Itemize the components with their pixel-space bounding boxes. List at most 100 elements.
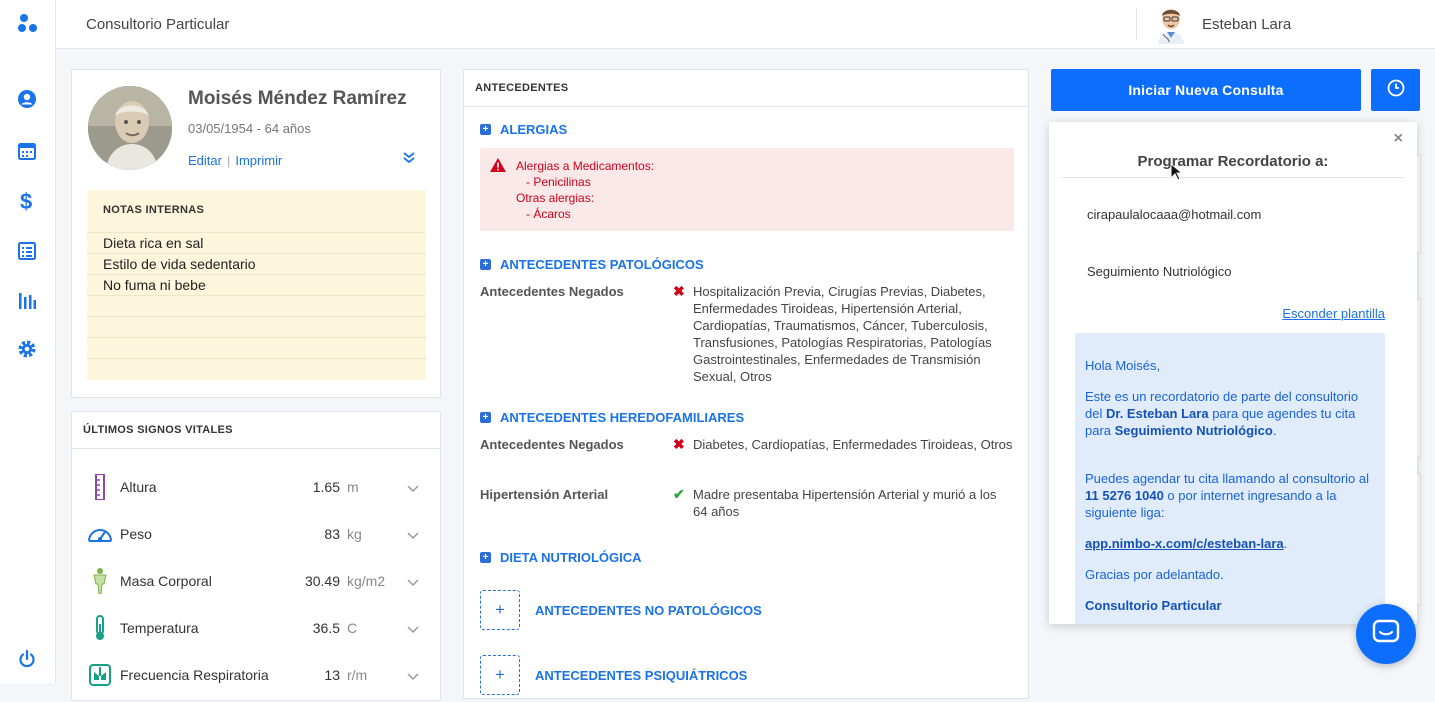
expand-plus-icon[interactable]: + xyxy=(480,259,491,270)
clinic-link[interactable]: app.nimbo-x.com/c/esteban-lara xyxy=(1085,536,1284,551)
print-link[interactable]: Imprimir xyxy=(235,153,282,168)
antecedentes-title: ANTECEDENTES xyxy=(475,82,569,94)
vital-unit: r/m xyxy=(347,667,368,683)
hide-template-link[interactable]: Esconder plantilla xyxy=(1282,306,1385,321)
allergy-line: - Ácaros xyxy=(526,207,571,221)
check-icon: ✔ xyxy=(673,486,685,502)
expand-plus-icon[interactable]: + xyxy=(480,412,491,423)
body-icon xyxy=(87,568,113,595)
note-line[interactable]: No fuma ni bebe xyxy=(87,274,426,295)
chevron-down-icon[interactable] xyxy=(406,669,420,681)
vital-unit: C xyxy=(347,620,358,636)
ruler-icon xyxy=(87,473,113,501)
section-dieta[interactable]: + DIETA NUTRIOLÓGICA xyxy=(480,550,642,565)
vital-row-respiratory[interactable]: Frecuencia Respiratoria 13 r/m xyxy=(72,662,440,702)
row-label: Antecedentes Negados xyxy=(480,437,624,452)
patient-name: Moisés Méndez Ramírez xyxy=(188,88,407,109)
vital-label: Masa Corporal xyxy=(120,573,212,589)
warning-icon xyxy=(489,157,507,173)
list-icon[interactable] xyxy=(16,240,38,262)
antecedentes-card: ANTECEDENTES + ALERGIAS Alergias a Medica… xyxy=(463,69,1029,699)
vital-row-height[interactable]: Altura 1.65 m xyxy=(72,473,440,514)
notes-title: NOTAS INTERNAS xyxy=(103,204,205,216)
note-line[interactable]: Dieta rica en sal xyxy=(87,232,426,253)
patient-icon[interactable] xyxy=(16,88,38,110)
vital-row-temperature[interactable]: Temperatura 36.5 C xyxy=(72,615,440,655)
dollar-icon[interactable]: $ xyxy=(16,189,38,213)
lungs-icon xyxy=(87,662,113,688)
expand-chevron-icon[interactable] xyxy=(401,150,417,166)
no-patologicos-label[interactable]: ANTECEDENTES NO PATOLÓGICOS xyxy=(535,603,762,618)
vital-row-weight[interactable]: Peso 83 kg xyxy=(72,521,440,561)
cross-icon: ✖ xyxy=(673,436,685,452)
chevron-down-icon[interactable] xyxy=(406,622,420,634)
vital-unit: kg/m2 xyxy=(347,573,386,589)
vital-row-bmi[interactable]: Masa Corporal 30.49 kg/m2 xyxy=(72,568,440,608)
settings-icon[interactable] xyxy=(16,338,38,360)
psiquiatricos-label[interactable]: ANTECEDENTES PSIQUIÁTRICOS xyxy=(535,668,747,683)
divider xyxy=(1061,177,1404,178)
user-avatar[interactable] xyxy=(1154,4,1188,44)
note-line[interactable] xyxy=(87,295,426,316)
divider xyxy=(72,448,440,449)
row-text: Diabetes, Cardiopatías, Enfermedades Tir… xyxy=(693,437,1013,452)
reminder-popup: × Programar Recordatorio a: cirapaulaloc… xyxy=(1049,122,1417,624)
allergy-line: Alergias a Medicamentos: xyxy=(516,159,655,173)
vital-unit: m xyxy=(347,479,359,495)
logo-icon[interactable] xyxy=(16,12,38,34)
note-line[interactable] xyxy=(87,358,426,379)
section-heredofamiliares[interactable]: + ANTECEDENTES HEREDOFAMILIARES xyxy=(480,410,744,425)
link-separator: | xyxy=(226,153,231,168)
svg-text:$: $ xyxy=(20,189,32,213)
chat-button[interactable] xyxy=(1356,604,1416,664)
allergy-lines: Alergias a Medicamentos: - Penicilinas O… xyxy=(516,158,654,222)
template-greeting: Hola Moisés, xyxy=(1085,358,1161,373)
add-no-patologicos-button[interactable]: + xyxy=(480,590,520,630)
patient-photo xyxy=(88,86,172,170)
allergy-line: - Penicilinas xyxy=(526,175,591,189)
template-thanks: Gracias por adelantado. xyxy=(1085,567,1224,582)
scale-icon xyxy=(87,521,113,547)
power-icon[interactable] xyxy=(16,648,38,670)
row-label: Antecedentes Negados xyxy=(480,284,624,299)
section-title: ANTECEDENTES PATOLÓGICOS xyxy=(500,257,704,272)
internal-notes[interactable]: NOTAS INTERNAS Dieta rica en sal Estilo … xyxy=(87,190,426,380)
vital-value: 1.65 xyxy=(312,479,340,495)
template-paragraph-1: Este es un recordatorio de parte del con… xyxy=(1085,389,1359,438)
chevron-down-icon[interactable] xyxy=(406,481,420,493)
expand-plus-icon[interactable]: + xyxy=(480,552,491,563)
note-line[interactable]: Estilo de vida sedentario xyxy=(87,253,426,274)
allergy-line: Otras alergias: xyxy=(516,191,595,205)
vitals-card: ÚLTIMOS SIGNOS VITALES Altura 1.65 m Pes… xyxy=(71,411,441,701)
patient-dob: 03/05/1954 - 64 años xyxy=(188,121,311,136)
close-icon[interactable]: × xyxy=(1394,130,1403,148)
email-field[interactable]: cirapaulalocaaa@hotmail.com xyxy=(1087,207,1261,222)
chevron-down-icon[interactable] xyxy=(406,575,420,587)
vital-value: 30.49 xyxy=(304,573,340,589)
template-link-line: app.nimbo-x.com/c/esteban-lara. xyxy=(1085,536,1288,551)
user-name[interactable]: Esteban Lara xyxy=(1202,16,1291,33)
template-paragraph-2: Puedes agendar tu cita llamando al consu… xyxy=(1085,471,1370,520)
divider xyxy=(464,106,1028,107)
section-alergias[interactable]: + ALERGIAS xyxy=(480,122,567,137)
vital-unit: kg xyxy=(347,526,362,542)
note-line[interactable] xyxy=(87,337,426,358)
sidebar: $ xyxy=(0,0,56,683)
reminder-button[interactable] xyxy=(1371,69,1420,111)
chevron-down-icon[interactable] xyxy=(406,528,420,540)
expand-plus-icon[interactable]: + xyxy=(480,124,491,135)
vitals-title: ÚLTIMOS SIGNOS VITALES xyxy=(83,424,233,436)
section-patologicos[interactable]: + ANTECEDENTES PATOLÓGICOS xyxy=(480,257,704,272)
row-label: Hipertensión Arterial xyxy=(480,487,609,502)
message-template[interactable]: Hola Moisés, Este es un recordatorio de … xyxy=(1075,333,1385,624)
section-title: ANTECEDENTES HEREDOFAMILIARES xyxy=(500,410,745,425)
patient-links: Editar | Imprimir xyxy=(188,153,282,168)
note-line[interactable] xyxy=(87,316,426,337)
add-psiquiatricos-button[interactable]: + xyxy=(480,655,520,695)
new-consult-button[interactable]: Iniciar Nueva Consulta xyxy=(1051,69,1361,111)
reason-field[interactable]: Seguimiento Nutriológico xyxy=(1087,264,1232,279)
edit-link[interactable]: Editar xyxy=(188,153,222,168)
stats-icon[interactable] xyxy=(16,290,38,312)
calendar-icon[interactable] xyxy=(16,140,38,162)
clinic-title: Consultorio Particular xyxy=(86,16,230,33)
